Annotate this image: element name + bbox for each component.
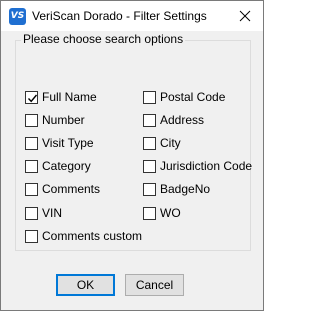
checkbox-label: Address (160, 113, 205, 127)
checkbox-box[interactable] (143, 159, 156, 173)
checkbox-label: VIN (42, 206, 63, 220)
checkbox-box[interactable] (25, 229, 38, 243)
close-icon (239, 10, 251, 22)
checkbox-box[interactable] (25, 113, 38, 127)
checkbox-full-name[interactable]: Full Name (25, 89, 97, 105)
group-legend: Please choose search options (21, 32, 186, 46)
checkbox-city[interactable]: City (143, 135, 181, 151)
checkbox-visit-type[interactable]: Visit Type (25, 135, 94, 151)
checkbox-wo[interactable]: WO (143, 205, 181, 221)
checkbox-box[interactable] (25, 90, 38, 104)
checkbox-box[interactable] (143, 182, 156, 196)
title-bar[interactable]: VS VeriScan Dorado - Filter Settings (1, 1, 263, 31)
checkbox-number[interactable]: Number (25, 112, 85, 128)
checkbox-vin[interactable]: VIN (25, 205, 62, 221)
checkbox-comments[interactable]: Comments (25, 181, 100, 197)
checkbox-label: Comments (42, 182, 101, 196)
checkbox-box[interactable] (143, 206, 156, 220)
checkbox-jurisdiction-code[interactable]: Jurisdiction Code (143, 158, 252, 174)
checkbox-comments-custom[interactable]: Comments custom (25, 228, 142, 244)
checkbox-box[interactable] (25, 159, 38, 173)
checkbox-box[interactable] (25, 182, 38, 196)
checkbox-label: BadgeNo (160, 182, 211, 196)
checkbox-label: Number (42, 113, 85, 127)
checkbox-badgeno[interactable]: BadgeNo (143, 181, 210, 197)
checkbox-box[interactable] (143, 136, 156, 150)
filter-settings-dialog: VS VeriScan Dorado - Filter Settings Ple… (0, 0, 264, 311)
checkbox-label: Full Name (42, 90, 97, 104)
app-logo-icon: VS (9, 8, 26, 25)
checkmark-icon (27, 94, 38, 102)
checkbox-label: Comments custom (42, 229, 143, 243)
window-title: VeriScan Dorado - Filter Settings (32, 9, 207, 23)
checkbox-label: Visit Type (42, 136, 94, 150)
checkbox-address[interactable]: Address (143, 112, 204, 128)
checkbox-box[interactable] (143, 113, 156, 127)
checkbox-label: Category (42, 159, 91, 173)
checkbox-label: WO (160, 206, 181, 220)
checkbox-box[interactable] (143, 90, 156, 104)
cancel-button[interactable]: Cancel (125, 274, 184, 296)
ok-button[interactable]: OK (56, 274, 115, 296)
checkbox-label: City (160, 136, 181, 150)
checkbox-postal-code[interactable]: Postal Code (143, 89, 225, 105)
checkbox-label: Postal Code (160, 90, 226, 104)
close-button[interactable] (227, 1, 263, 31)
checkbox-box[interactable] (25, 136, 38, 150)
checkbox-box[interactable] (25, 206, 38, 220)
checkbox-label: Jurisdiction Code (160, 159, 253, 173)
checkbox-category[interactable]: Category (25, 158, 91, 174)
